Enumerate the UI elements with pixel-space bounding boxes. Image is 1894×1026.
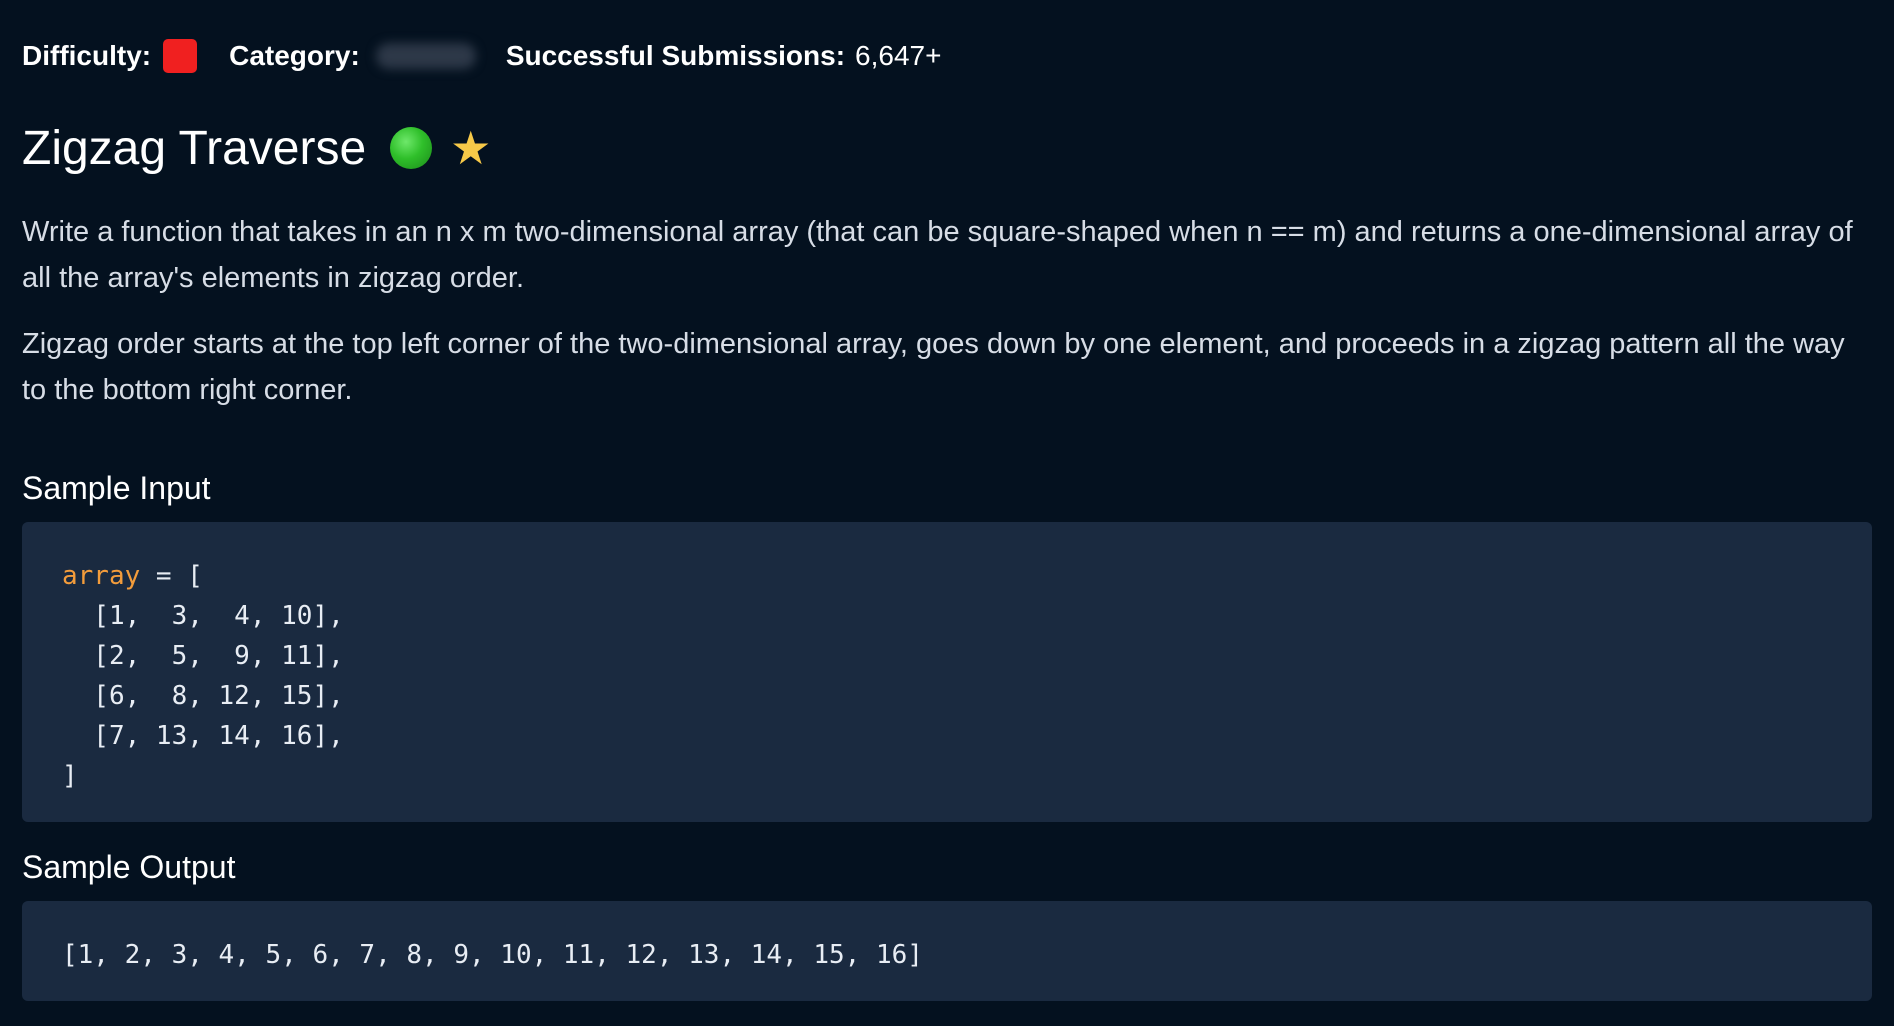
code-line: [2, 5, 9, 11],	[62, 641, 344, 671]
code-line: array = [	[62, 556, 1832, 596]
submissions-label: Successful Submissions:	[505, 40, 846, 71]
description-paragraph-1: Write a function that takes in an n x m …	[22, 216, 1853, 294]
description-paragraph-2: Zigzag order starts at the top left corn…	[22, 328, 1845, 406]
category-label: Category:	[229, 40, 360, 71]
code-assign: = [	[140, 561, 203, 591]
page-title: Zigzag Traverse	[22, 121, 367, 175]
code-line: [7, 13, 14, 16],	[62, 721, 344, 751]
star-icon[interactable]: ★	[450, 125, 491, 171]
code-line: [1, 3, 4, 10],	[62, 601, 344, 631]
green-circle-icon	[390, 127, 433, 169]
sample-output-code-block: [1, 2, 3, 4, 5, 6, 7, 8, 9, 10, 11, 12, …	[22, 901, 1872, 1001]
sample-output-value: [1, 2, 3, 4, 5, 6, 7, 8, 9, 10, 11, 12, …	[62, 940, 923, 970]
difficulty-indicator	[163, 39, 198, 73]
meta-bar: Difficulty: Category: Successful Submiss…	[22, 36, 941, 76]
title-row: Zigzag Traverse ★	[22, 118, 491, 178]
sample-input-code-block: array = [ [1, 3, 4, 10], [2, 5, 9, 11], …	[22, 522, 1872, 822]
sample-input-heading: Sample Input	[22, 470, 211, 506]
category-value-blurred	[375, 43, 476, 69]
code-variable: array	[62, 561, 141, 591]
problem-page: Difficulty: Category: Successful Submiss…	[0, 0, 1894, 1026]
submissions-count: 6,647+	[855, 40, 942, 71]
difficulty-label: Difficulty:	[22, 40, 152, 71]
sample-output-heading: Sample Output	[22, 849, 236, 885]
code-line: ]	[62, 761, 78, 791]
code-line: [6, 8, 12, 15],	[62, 681, 344, 711]
